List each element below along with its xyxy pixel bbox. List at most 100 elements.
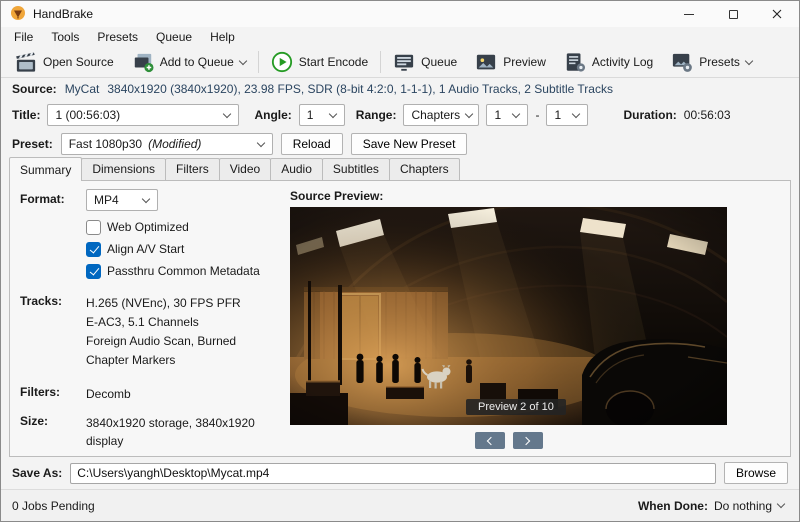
tab-subtitles[interactable]: Subtitles xyxy=(321,158,390,180)
activity-log-button[interactable]: Activity Log xyxy=(555,48,662,76)
checkbox-web-optimized[interactable]: Web Optimized xyxy=(86,219,276,235)
preset-modified-flag: (Modified) xyxy=(148,137,202,151)
add-to-queue-button[interactable]: Add to Queue xyxy=(123,48,255,76)
chevron-down-icon xyxy=(572,109,581,118)
filters-value: Decomb xyxy=(86,387,131,401)
open-source-button[interactable]: Open Source xyxy=(6,48,123,76)
angle-select-value: 1 xyxy=(306,108,314,122)
range-start-select[interactable]: 1 xyxy=(486,104,529,126)
track-item: E-AC3, 5.1 Channels xyxy=(86,315,199,329)
window-controls xyxy=(667,1,799,27)
range-type-value: Chapters xyxy=(411,108,461,122)
tab-video[interactable]: Video xyxy=(218,158,272,180)
size-label: Size: xyxy=(20,414,49,428)
web-optimized-checkbox[interactable] xyxy=(86,219,101,235)
preview-navigation xyxy=(290,432,727,449)
track-item: Chapter Markers xyxy=(86,353,176,367)
chevron-down-icon xyxy=(744,56,754,65)
chevron-down-icon xyxy=(141,194,151,203)
source-details: 3840x1920 (3840x1920), 23.98 FPS, SDR (8… xyxy=(107,82,613,96)
start-encode-label: Start Encode xyxy=(298,55,369,69)
chevron-down-icon xyxy=(256,138,265,147)
queue-button[interactable]: Queue xyxy=(384,48,466,76)
checkbox-align-av-start[interactable]: Align A/V Start xyxy=(86,241,276,257)
preview-button[interactable]: Preview xyxy=(466,48,555,76)
checkbox-passthru-metadata[interactable]: Passthru Common Metadata xyxy=(86,263,276,279)
activity-log-icon xyxy=(564,52,586,73)
chevron-down-icon xyxy=(776,499,786,509)
tab-summary[interactable]: Summary xyxy=(9,157,83,181)
start-encode-button[interactable]: Start Encode xyxy=(262,48,377,76)
duration-label: Duration: xyxy=(623,108,677,122)
format-select[interactable]: MP4 xyxy=(86,189,158,211)
save-new-preset-button[interactable]: Save New Preset xyxy=(350,133,468,155)
window-title: HandBrake xyxy=(33,7,94,21)
menu-presets[interactable]: Presets xyxy=(88,28,147,46)
presets-button[interactable]: Presets xyxy=(662,48,761,76)
range-end-select[interactable]: 1 xyxy=(546,104,589,126)
source-info-row: Source: MyCat 3840x1920 (3840x1920), 23.… xyxy=(1,78,799,100)
minimize-button[interactable] xyxy=(667,1,711,27)
status-bar: 0 Jobs Pending When Done: Do nothing xyxy=(1,489,799,521)
start-encode-icon xyxy=(271,51,293,73)
preview-counter-badge: Preview 2 of 10 xyxy=(466,399,566,415)
previous-preview-button[interactable] xyxy=(474,432,505,449)
range-label: Range: xyxy=(355,108,397,122)
next-preview-button[interactable] xyxy=(512,432,543,449)
tracks-label: Tracks: xyxy=(20,294,63,308)
minimize-icon xyxy=(684,13,694,15)
passthru-metadata-label: Passthru Common Metadata xyxy=(107,264,260,278)
chevron-down-icon xyxy=(328,109,338,118)
close-icon xyxy=(772,9,782,19)
chevron-down-icon xyxy=(223,109,232,118)
tab-strip: Summary Dimensions Filters Video Audio S… xyxy=(1,157,799,181)
save-as-row: Save As: Browse xyxy=(1,457,799,489)
format-options: Web Optimized Align A/V Start Passthru C… xyxy=(86,219,276,279)
menu-help[interactable]: Help xyxy=(201,28,244,46)
maximize-button[interactable] xyxy=(711,1,755,27)
web-optimized-label: Web Optimized xyxy=(107,220,189,234)
filters-label: Filters: xyxy=(20,385,61,399)
reload-button[interactable]: Reload xyxy=(280,133,343,155)
tab-dimensions[interactable]: Dimensions xyxy=(81,158,167,180)
preset-select[interactable]: Fast 1080p30 (Modified) xyxy=(60,133,273,155)
preview-scene xyxy=(290,207,727,425)
close-button[interactable] xyxy=(755,1,799,27)
range-start-value: 1 xyxy=(494,108,502,122)
passthru-metadata-checkbox[interactable] xyxy=(86,263,101,279)
menu-queue[interactable]: Queue xyxy=(147,28,201,46)
presets-icon xyxy=(671,52,693,73)
toolbar: Open Source Add to Queue Start Encode Qu… xyxy=(1,47,799,78)
title-select[interactable]: 1 (00:56:03) xyxy=(47,104,240,126)
preset-value: Fast 1080p30 xyxy=(68,137,143,151)
angle-label: Angle: xyxy=(254,108,292,122)
maximize-icon xyxy=(728,9,738,19)
handbrake-logo-icon xyxy=(10,5,26,24)
presets-label: Presets xyxy=(699,55,740,69)
when-done-dropdown[interactable]: When Done: Do nothing xyxy=(634,496,788,516)
browse-button[interactable]: Browse xyxy=(723,462,788,484)
save-as-input[interactable] xyxy=(70,462,716,484)
tracks-list: H.265 (NVEnc), 30 FPS PFR E-AC3, 5.1 Cha… xyxy=(86,291,241,370)
clapperboard-icon xyxy=(15,51,37,73)
when-done-label: When Done: xyxy=(637,498,708,513)
angle-select[interactable]: 1 xyxy=(298,104,345,126)
chevron-right-icon xyxy=(521,436,531,445)
preview-label: Preview xyxy=(503,55,546,69)
title-row: Title: 1 (00:56:03) Angle: 1 Range: Chap… xyxy=(1,100,799,130)
menu-tools[interactable]: Tools xyxy=(42,28,88,46)
source-name: MyCat xyxy=(64,82,100,96)
chevron-down-icon xyxy=(512,109,521,118)
tab-audio[interactable]: Audio xyxy=(270,158,323,180)
format-value: MP4 xyxy=(94,193,119,207)
range-separator: - xyxy=(535,108,540,122)
size-value: 3840x1920 storage, 3840x1920 display xyxy=(86,416,255,448)
add-to-queue-icon xyxy=(132,52,154,73)
tab-chapters[interactable]: Chapters xyxy=(388,158,460,180)
tab-filters[interactable]: Filters xyxy=(165,158,220,180)
format-label: Format: xyxy=(20,192,65,206)
menu-file[interactable]: File xyxy=(5,28,42,46)
align-av-start-checkbox[interactable] xyxy=(86,241,101,257)
toolbar-separator xyxy=(257,51,259,73)
range-type-select[interactable]: Chapters xyxy=(403,104,480,126)
